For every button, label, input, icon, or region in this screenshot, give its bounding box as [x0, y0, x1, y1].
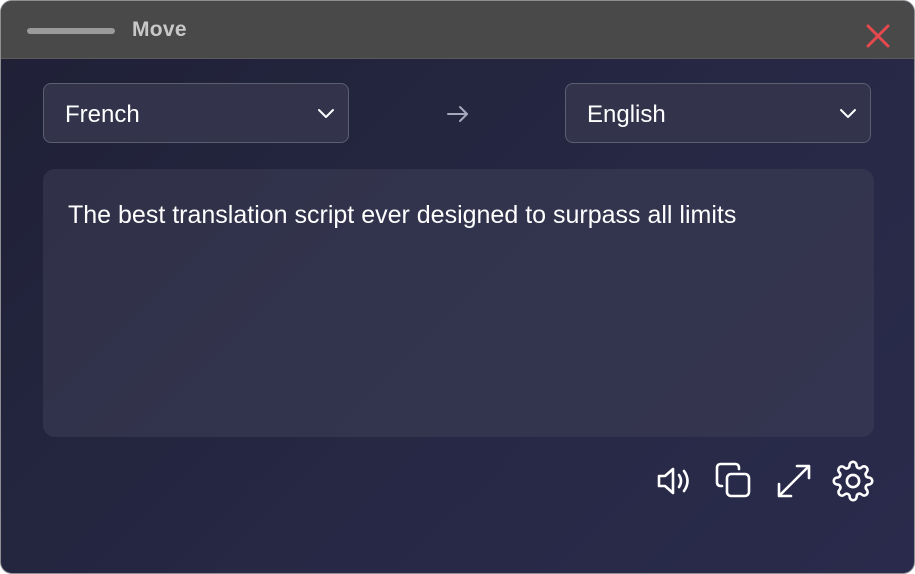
target-language-select[interactable]: English: [565, 83, 871, 143]
arrow-right-icon: [447, 106, 468, 122]
translator-window: Move French English The best translation…: [0, 0, 915, 574]
copy-button[interactable]: [713, 460, 755, 502]
target-language-label: English: [587, 101, 666, 128]
title-bar[interactable]: Move: [1, 1, 914, 59]
window-title: Move: [132, 18, 187, 41]
close-icon: [866, 24, 890, 48]
translation-text: The best translation script ever designe…: [68, 201, 737, 229]
speak-button[interactable]: [653, 460, 695, 502]
translation-output[interactable]: The best translation script ever designe…: [43, 169, 874, 437]
settings-button[interactable]: [832, 460, 874, 502]
gear-icon: [832, 460, 874, 502]
expand-button[interactable]: [773, 460, 815, 502]
drag-handle[interactable]: [27, 28, 115, 34]
speaker-icon: [657, 467, 689, 495]
close-button[interactable]: [863, 21, 893, 51]
chevron-down-icon: [840, 109, 856, 118]
chevron-down-icon: [318, 109, 334, 118]
source-language-label: French: [65, 101, 140, 128]
copy-icon: [715, 462, 751, 498]
source-language-select[interactable]: French: [43, 83, 349, 143]
expand-icon: [777, 464, 811, 498]
